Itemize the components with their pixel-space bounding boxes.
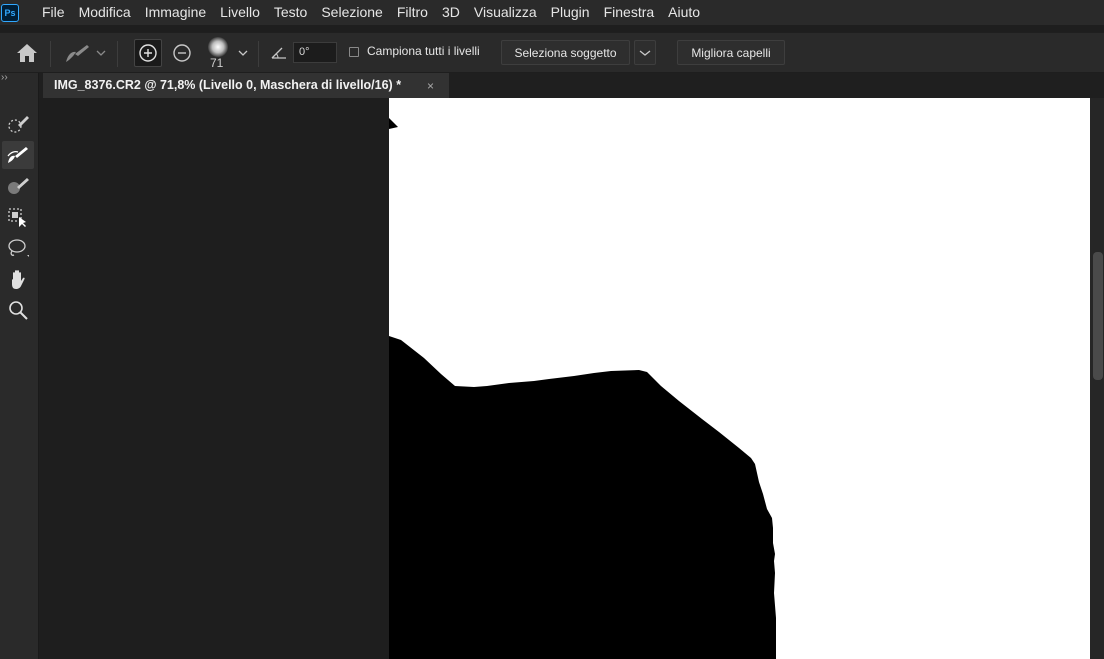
hand-icon: [12, 270, 25, 289]
document-tab[interactable]: IMG_8376.CR2 @ 71,8% (Livello 0, Mascher…: [43, 73, 449, 98]
brush-dropdown-icon[interactable]: [238, 49, 248, 57]
sample-all-layers-checkbox[interactable]: [349, 47, 359, 57]
mask-shape: [389, 118, 776, 659]
menu-finestra[interactable]: Finestra: [597, 0, 662, 25]
close-tab-icon[interactable]: ×: [427, 79, 434, 93]
menu-file[interactable]: File: [35, 0, 72, 25]
lasso-tool[interactable]: [2, 234, 34, 262]
menu-modifica[interactable]: Modifica: [72, 0, 138, 25]
brush-icon: [8, 178, 29, 194]
menu-visualizza[interactable]: Visualizza: [467, 0, 544, 25]
brush-size-value: 71: [210, 56, 224, 70]
angle-icon: [271, 47, 286, 59]
menu-livello[interactable]: Livello: [213, 0, 267, 25]
menu-aiuto[interactable]: Aiuto: [661, 0, 707, 25]
scrollbar-thumb[interactable]: [1093, 252, 1103, 380]
refine-hair-button[interactable]: Migliora capelli: [677, 40, 785, 65]
tool-preset-icon[interactable]: [62, 42, 92, 66]
zoom-tool[interactable]: [2, 296, 34, 324]
minus-circle-icon[interactable]: [172, 43, 192, 63]
zoom-icon: [9, 301, 28, 320]
quick-selection-icon: [8, 116, 29, 133]
layer-mask-canvas[interactable]: [389, 98, 1090, 659]
document-tab-title: IMG_8376.CR2 @ 71,8% (Livello 0, Mascher…: [54, 78, 402, 92]
menu-testo[interactable]: Testo: [267, 0, 314, 25]
menu-3d[interactable]: 3D: [435, 0, 467, 25]
lasso-icon: [8, 239, 29, 257]
collapse-panel-icon[interactable]: ››: [1, 72, 8, 83]
refine-edge-brush-icon: [7, 147, 28, 163]
hand-tool[interactable]: [2, 265, 34, 293]
plus-circle-icon: [139, 44, 157, 62]
sample-all-layers-label: Campiona tutti i livelli: [367, 44, 480, 58]
menu-plugin[interactable]: Plugin: [544, 0, 597, 25]
brush-preview[interactable]: [208, 37, 228, 57]
quick-selection-tool[interactable]: [2, 110, 34, 138]
photoshop-logo: Ps: [1, 3, 19, 22]
select-subject-dropdown[interactable]: [634, 40, 656, 65]
angle-field[interactable]: 0°: [293, 42, 337, 63]
menu-selezione[interactable]: Selezione: [314, 0, 390, 25]
brush-tool[interactable]: [2, 172, 34, 200]
object-selection-icon: [8, 208, 26, 227]
chevron-down-icon: [639, 49, 651, 56]
tool-preset-dropdown-icon[interactable]: [96, 49, 106, 57]
home-icon[interactable]: [15, 42, 39, 64]
select-subject-button[interactable]: Seleziona soggetto: [501, 40, 630, 65]
add-mode-button[interactable]: [134, 39, 162, 67]
object-selection-tool[interactable]: [2, 203, 34, 231]
menu-filtro[interactable]: Filtro: [390, 0, 435, 25]
menu-bar: Ps File Modifica Immagine Livello Testo …: [0, 0, 1104, 25]
refine-edge-brush-tool[interactable]: [2, 141, 34, 169]
menu-immagine[interactable]: Immagine: [138, 0, 213, 25]
